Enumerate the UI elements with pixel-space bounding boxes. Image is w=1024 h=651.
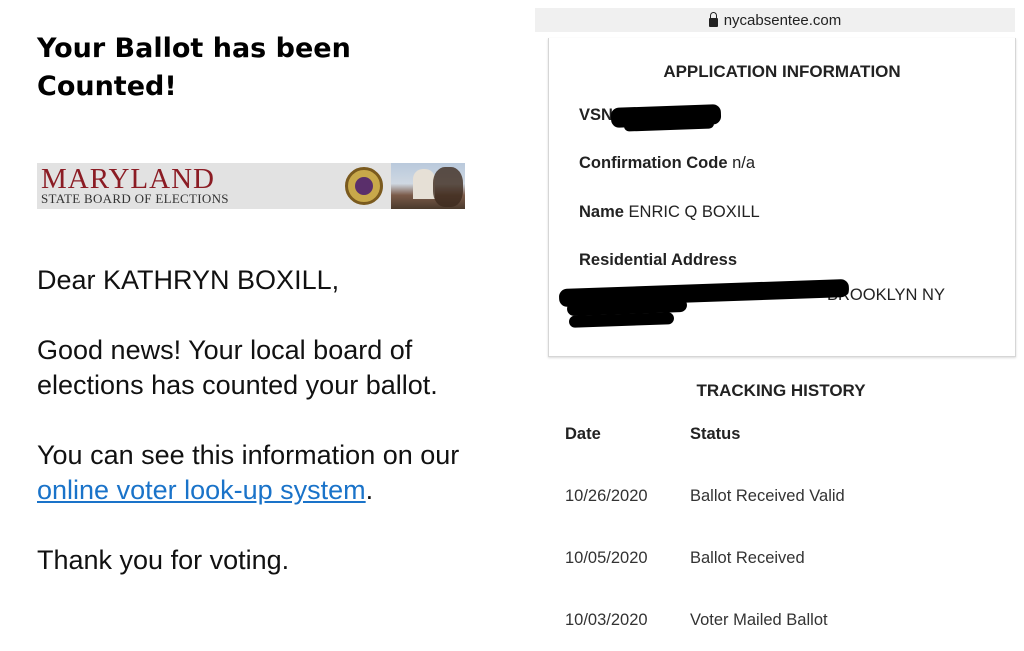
closing-text: Thank you for voting. (37, 545, 290, 575)
url-text: nycabsentee.com (723, 11, 842, 29)
address-bar[interactable]: nycabsentee.com (535, 8, 1015, 32)
paragraph-lookup: You can see this information on our onli… (37, 438, 487, 508)
row-status: Voter Mailed Ballot (690, 611, 828, 629)
address-label: Residential Address (579, 251, 738, 269)
application-title: APPLICATION INFORMATION (663, 62, 901, 81)
name-label: Name (579, 203, 624, 221)
state-seal-icon (345, 167, 383, 205)
confirmation-field: Confirmation Code n/a (579, 154, 755, 173)
column-header-date: Date (565, 425, 601, 443)
vsn-label: VSN (579, 106, 613, 124)
confirmation-label: Confirmation Code (579, 154, 728, 172)
tracking-history-title: TRACKING HISTORY (696, 381, 866, 400)
lock-icon (708, 11, 718, 27)
email-body: Dear KATHRYN BOXILL, Good news! Your loc… (37, 263, 487, 613)
address-redaction-3 (568, 312, 675, 328)
row-date: 10/03/2020 (565, 611, 648, 629)
voter-lookup-link[interactable]: online voter look-up system (37, 475, 366, 505)
banner-subtitle: STATE BOARD OF ELECTIONS (41, 191, 229, 206)
headline-line-2: Counted! (37, 71, 177, 102)
banner-brand: MARYLAND STATE BOARD OF ELECTIONS (37, 163, 331, 206)
greeting: Dear KATHRYN BOXILL, (37, 265, 340, 295)
vsn-redaction-2 (623, 118, 715, 132)
paragraph-counted: Good news! Your local board of elections… (37, 335, 438, 400)
row-status: Ballot Received Valid (690, 487, 845, 505)
application-info-card: APPLICATION INFORMATION VSN Confirmation… (548, 38, 1016, 357)
statehouse-photo (391, 163, 465, 209)
headline-line-1: Your Ballot has been (37, 33, 351, 64)
row-date: 10/26/2020 (565, 487, 648, 505)
name-field: Name ENRIC Q BOXILL (579, 203, 760, 222)
address-label-field: Residential Address (579, 251, 737, 270)
column-header-status: Status (690, 425, 741, 443)
row-status: Ballot Received (690, 549, 805, 567)
email-headline: Your Ballot has been Counted! (37, 30, 507, 106)
maryland-elections-banner: MARYLAND STATE BOARD OF ELECTIONS (37, 163, 465, 209)
row-date: 10/05/2020 (565, 549, 648, 567)
lookup-suffix: . (365, 475, 374, 505)
lookup-prefix: You can see this information on our (37, 440, 460, 470)
banner-title: MARYLAND (41, 163, 215, 195)
confirmation-value: n/a (732, 154, 756, 172)
vsn-field: VSN (579, 106, 613, 125)
email-header: Your Ballot has been Counted! (37, 30, 507, 106)
name-value: ENRIC Q BOXILL (628, 203, 760, 221)
